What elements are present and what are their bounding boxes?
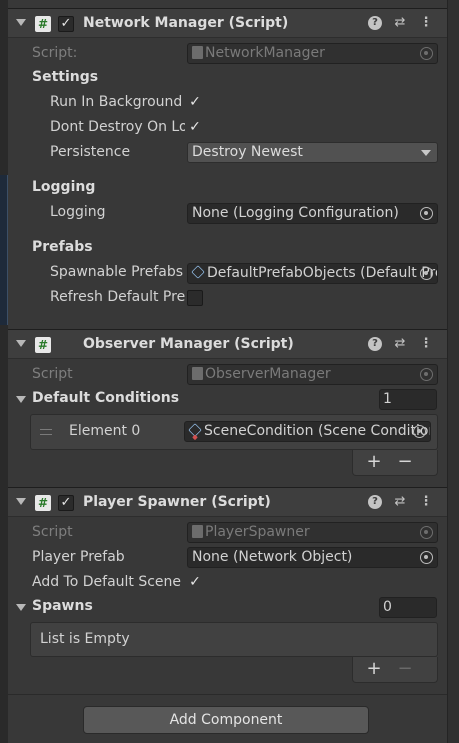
- prefab-asset-icon: [191, 265, 205, 279]
- element-0-label: Element 0: [69, 423, 141, 439]
- object-picker-icon: [420, 526, 433, 539]
- default-conditions-size-field[interactable]: 1: [379, 389, 437, 410]
- script-field: PlayerSpawner: [187, 522, 438, 543]
- remove-element-button[interactable]: −: [395, 451, 415, 473]
- observer-manager-header[interactable]: # Observer Manager (Script) ? ⇄ ⋮: [8, 329, 447, 359]
- settings-heading: Settings: [32, 69, 99, 85]
- dont-destroy-label: Dont Destroy On Load: [50, 119, 185, 135]
- scene-preview-fragment: [0, 175, 8, 325]
- script-value: ObserverManager: [205, 366, 331, 382]
- persistence-dropdown[interactable]: Destroy Newest: [187, 142, 438, 163]
- spawnable-prefabs-label: Spawnable Prefabs: [50, 264, 184, 280]
- persistence-value: Destroy Newest: [192, 144, 303, 160]
- scene-view-edge: [0, 0, 8, 743]
- chevron-down-icon: [421, 150, 431, 156]
- default-conditions-label[interactable]: Default Conditions: [32, 390, 179, 406]
- script-icon: #: [35, 495, 51, 511]
- add-to-default-scene-checkbox[interactable]: ✓: [187, 574, 203, 590]
- component-title: Network Manager (Script): [83, 15, 289, 31]
- add-element-button[interactable]: +: [364, 451, 384, 473]
- logging-heading: Logging: [32, 179, 96, 195]
- script-value: NetworkManager: [205, 45, 325, 61]
- script-value: PlayerSpawner: [205, 524, 310, 540]
- list-empty-label: List is Empty: [40, 631, 130, 647]
- drag-handle-icon[interactable]: [40, 429, 52, 435]
- script-file-icon: [192, 46, 203, 59]
- add-component-button[interactable]: Add Component: [83, 706, 369, 734]
- component-title: Observer Manager (Script): [83, 336, 294, 352]
- foldout-expanded-icon[interactable]: [16, 604, 26, 611]
- script-file-icon: [192, 525, 203, 538]
- persistence-label: Persistence: [50, 144, 131, 160]
- player-prefab-label: Player Prefab: [32, 549, 125, 565]
- foldout-expanded-icon[interactable]: [16, 396, 26, 403]
- add-to-default-scene-label: Add To Default Scene: [32, 574, 182, 590]
- object-picker-icon[interactable]: [420, 551, 433, 564]
- element-0-value: SceneCondition (Scene Condition): [204, 423, 431, 439]
- script-field: ObserverManager: [187, 364, 438, 385]
- run-in-background-label: Run In Background: [50, 94, 183, 110]
- component-title: Player Spawner (Script): [83, 494, 271, 510]
- help-icon[interactable]: ?: [368, 16, 382, 30]
- script-label: Script: [32, 524, 73, 540]
- element-0-field[interactable]: SceneCondition (Scene Condition): [184, 421, 431, 442]
- presets-icon[interactable]: ⇄: [392, 336, 408, 351]
- script-icon: #: [35, 337, 51, 353]
- spawns-size-field[interactable]: 0: [379, 597, 437, 618]
- presets-icon[interactable]: ⇄: [392, 494, 408, 509]
- prefabs-heading: Prefabs: [32, 239, 93, 255]
- player-spawner-header[interactable]: # ✓ Player Spawner (Script) ? ⇄ ⋮: [8, 487, 447, 517]
- logging-field[interactable]: None (Logging Configuration): [187, 203, 438, 224]
- foldout-expanded-icon[interactable]: [16, 498, 26, 505]
- scriptable-object-icon: [188, 423, 202, 437]
- default-conditions-footer: + −: [352, 450, 438, 476]
- add-element-button[interactable]: +: [364, 658, 384, 680]
- player-prefab-value: None (Network Object): [192, 549, 353, 565]
- object-picker-icon: [420, 47, 433, 60]
- object-picker-icon[interactable]: [420, 207, 433, 220]
- help-icon[interactable]: ?: [368, 337, 382, 351]
- context-menu-icon[interactable]: ⋮: [418, 15, 434, 30]
- remove-element-button: −: [397, 658, 413, 679]
- context-menu-icon[interactable]: ⋮: [418, 336, 434, 351]
- spawns-list: List is Empty: [30, 622, 438, 657]
- spawns-label[interactable]: Spawns: [32, 598, 93, 614]
- run-in-background-checkbox[interactable]: ✓: [187, 94, 203, 110]
- divider: [8, 694, 447, 695]
- network-manager-header[interactable]: # ✓ Network Manager (Script) ? ⇄ ⋮: [8, 8, 447, 38]
- object-picker-icon[interactable]: [413, 425, 426, 438]
- help-icon[interactable]: ?: [368, 495, 382, 509]
- spawns-footer: + −: [352, 657, 438, 683]
- player-prefab-field[interactable]: None (Network Object): [187, 547, 438, 568]
- script-label: Script:: [32, 45, 78, 61]
- foldout-expanded-icon[interactable]: [16, 340, 26, 347]
- spawnable-prefabs-value: DefaultPrefabObjects (Default Prefab Obj…: [207, 265, 437, 281]
- default-conditions-list: Element 0 SceneCondition (Scene Conditio…: [30, 414, 438, 450]
- object-picker-icon: [420, 368, 433, 381]
- logging-label: Logging: [50, 204, 106, 220]
- script-field: NetworkManager: [187, 43, 438, 64]
- dont-destroy-checkbox[interactable]: ✓: [187, 119, 203, 135]
- foldout-expanded-icon[interactable]: [16, 19, 26, 26]
- inspector-scrollbar[interactable]: [447, 0, 459, 743]
- script-icon: #: [35, 16, 51, 32]
- inspector-panel: # ✓ Network Manager (Script) ? ⇄ ⋮ Scrip…: [8, 0, 447, 743]
- script-label: Script: [32, 366, 73, 382]
- presets-icon[interactable]: ⇄: [392, 15, 408, 30]
- player-spawner-enabled-checkbox[interactable]: ✓: [58, 495, 74, 511]
- object-picker-icon[interactable]: [420, 267, 433, 280]
- refresh-default-prefabs-label: Refresh Default Prefabs: [50, 289, 185, 305]
- refresh-default-prefabs-checkbox[interactable]: [187, 290, 203, 306]
- network-manager-enabled-checkbox[interactable]: ✓: [58, 16, 74, 32]
- context-menu-icon[interactable]: ⋮: [418, 494, 434, 509]
- spawnable-prefabs-field[interactable]: DefaultPrefabObjects (Default Prefab Obj…: [187, 263, 438, 284]
- logging-value: None (Logging Configuration): [192, 205, 399, 221]
- script-file-icon: [192, 367, 203, 380]
